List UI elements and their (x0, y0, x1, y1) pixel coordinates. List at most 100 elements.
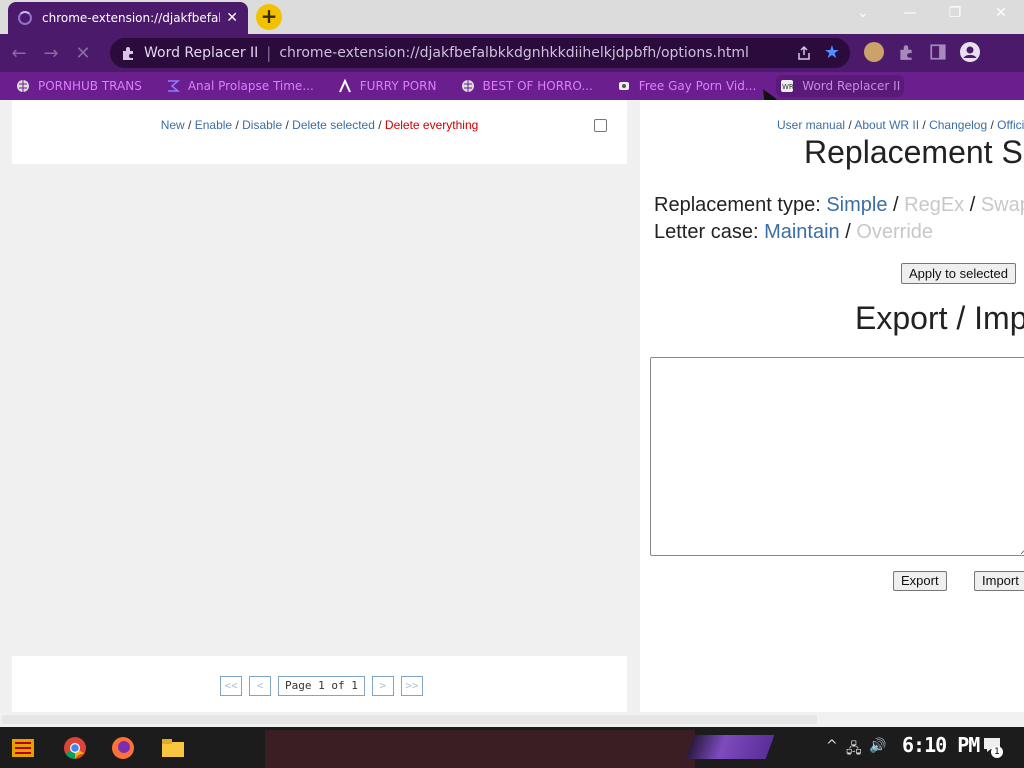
separator: / (845, 118, 855, 132)
tab-close-icon[interactable]: ✕ (226, 10, 238, 26)
export-import-textarea[interactable] (650, 357, 1024, 556)
bookmark-item[interactable]: PORNHUB TRANS (12, 75, 146, 97)
address-bar[interactable]: Word Replacer II | chrome-extension://dj… (110, 38, 850, 68)
file-explorer-icon[interactable] (160, 735, 186, 761)
pagination-footer: << < Page 1 of 1 > >> (12, 656, 627, 712)
separator: / (282, 118, 293, 132)
type-swap-option[interactable]: Swap (981, 194, 1024, 216)
case-override-option[interactable]: Override (856, 221, 933, 243)
bookmarks-bar: PORNHUB TRANS Anal Prolapse Time... FURR… (0, 72, 1024, 100)
select-all-checkbox[interactable] (594, 119, 607, 132)
title-bar: chrome-extension://djakfbefalbkkdgnhkkdi… (0, 0, 1024, 34)
user-manual-link[interactable]: User manual (777, 118, 845, 132)
disable-link[interactable]: Disable (242, 118, 282, 132)
bookmark-label: Free Gay Porn Vid... (638, 79, 757, 93)
page-indicator: Page 1 of 1 (278, 676, 365, 696)
tray-chevron-icon[interactable]: ^ (826, 738, 838, 754)
separator: / (374, 118, 385, 132)
tab-title: chrome-extension://djakfbefalbkkdgnhkkdi… (42, 11, 220, 25)
replacement-list-header: New / Enable / Disable / Delete selected… (12, 100, 627, 164)
bookmark-label: BEST OF HORRO... (482, 79, 593, 93)
browser-toolbar: ← → ✕ Word Replacer II | chrome-extensio… (0, 34, 1024, 72)
settings-heading: Replacement Settings (804, 134, 1024, 170)
new-link[interactable]: New (161, 118, 185, 132)
chrome-icon[interactable] (62, 735, 88, 761)
bookmark-item-word-replacer[interactable]: WR Word Replacer II (776, 75, 905, 97)
new-tab-button[interactable]: + (256, 4, 282, 30)
bookmark-item[interactable]: Free Gay Porn Vid... (613, 75, 760, 97)
start-button-icon[interactable] (10, 735, 36, 761)
network-icon[interactable]: 🖧 (846, 738, 862, 762)
stop-reload-button[interactable]: ✕ (70, 43, 96, 64)
notification-icon[interactable]: 1 (983, 737, 1005, 758)
globe-icon (461, 80, 474, 92)
last-page-button[interactable]: >> (400, 676, 423, 696)
loading-spinner-icon (18, 11, 32, 25)
pagination: << < Page 1 of 1 > >> (220, 676, 423, 696)
extensions-puzzle-icon[interactable] (897, 43, 915, 61)
first-page-button[interactable]: << (220, 676, 242, 696)
account-icon[interactable] (959, 41, 981, 63)
separator: / (964, 194, 981, 216)
type-simple-option[interactable]: Simple (826, 194, 887, 216)
taskbar-stripe (685, 735, 775, 759)
firefox-icon[interactable] (110, 735, 136, 761)
separator: / (232, 118, 243, 132)
options-page: New / Enable / Disable / Delete selected… (0, 100, 1024, 712)
taskbar-decoration (265, 730, 695, 768)
enable-link[interactable]: Enable (195, 118, 232, 132)
forward-button[interactable]: → (38, 43, 64, 64)
horizontal-scrollbar[interactable] (0, 712, 1024, 727)
omnibox-divider: | (266, 44, 272, 62)
letter-case-label: Letter case: (654, 221, 765, 243)
replacement-type-row: Replacement type: Simple / RegEx / Swap (654, 194, 1024, 217)
bookmark-label: Anal Prolapse Time... (187, 79, 314, 93)
back-button[interactable]: ← (6, 43, 32, 64)
export-button[interactable]: Export (893, 571, 947, 591)
minimize-button[interactable]: — (900, 5, 920, 21)
bookmark-star-icon[interactable]: ★ (824, 42, 840, 63)
delete-selected-link[interactable]: Delete selected (292, 118, 375, 132)
side-panel-icon[interactable] (929, 43, 947, 61)
separator: / (839, 221, 857, 243)
extension-puzzle-icon (123, 47, 133, 60)
delete-everything-link[interactable]: Delete everything (385, 118, 478, 132)
volume-icon[interactable]: 🔊 (869, 738, 886, 754)
wr-icon: WR (781, 80, 794, 92)
taskbar: ^ 🖧 🔊 6:10 PM 1 (0, 727, 1024, 768)
case-maintain-option[interactable]: Maintain (764, 221, 840, 243)
tab-search-chevron-icon[interactable]: ⌄ (853, 5, 873, 21)
sigma-icon (167, 80, 180, 92)
globe-icon (17, 80, 29, 92)
bookmark-label: PORNHUB TRANS (38, 79, 142, 93)
prev-page-button[interactable]: < (249, 676, 271, 696)
profile-avatar-icon[interactable] (864, 42, 884, 62)
svg-text:WR: WR (782, 83, 794, 91)
restore-button[interactable]: ❐ (945, 5, 965, 21)
bookmark-item[interactable]: BEST OF HORRO... (457, 75, 597, 97)
bookmark-item[interactable]: FURRY PORN (334, 75, 441, 97)
share-icon[interactable] (796, 45, 812, 61)
site-title: Word Replacer II (144, 45, 259, 61)
active-tab[interactable]: chrome-extension://djakfbefalbkkdgnhkkdi… (8, 2, 248, 34)
type-regex-option[interactable]: RegEx (904, 194, 964, 216)
apply-to-selected-button[interactable]: Apply to selected (901, 263, 1017, 284)
url-text[interactable]: chrome-extension://djakfbefalbkkdgnhkkdi… (279, 45, 749, 61)
import-button[interactable]: Import (974, 571, 1024, 591)
about-link[interactable]: About WR II (854, 118, 919, 132)
separator: / (987, 118, 998, 132)
close-window-button[interactable]: ✕ (991, 5, 1011, 21)
taskbar-clock[interactable]: 6:10 PM (902, 733, 980, 757)
scrollbar-thumb[interactable] (2, 715, 817, 724)
changelog-link[interactable]: Changelog (929, 118, 987, 132)
bookmark-label: FURRY PORN (359, 79, 437, 93)
bookmark-item[interactable]: Anal Prolapse Time... (162, 75, 318, 97)
official-link[interactable]: Official (997, 118, 1024, 132)
separator: / (919, 118, 930, 132)
replacement-type-label: Replacement type: (654, 194, 827, 216)
list-actions: New / Enable / Disable / Delete selected… (12, 118, 627, 132)
lambda-icon (338, 79, 351, 93)
letter-case-row: Letter case: Maintain / Override (654, 221, 933, 244)
next-page-button[interactable]: > (371, 676, 394, 696)
separator: / (184, 118, 195, 132)
